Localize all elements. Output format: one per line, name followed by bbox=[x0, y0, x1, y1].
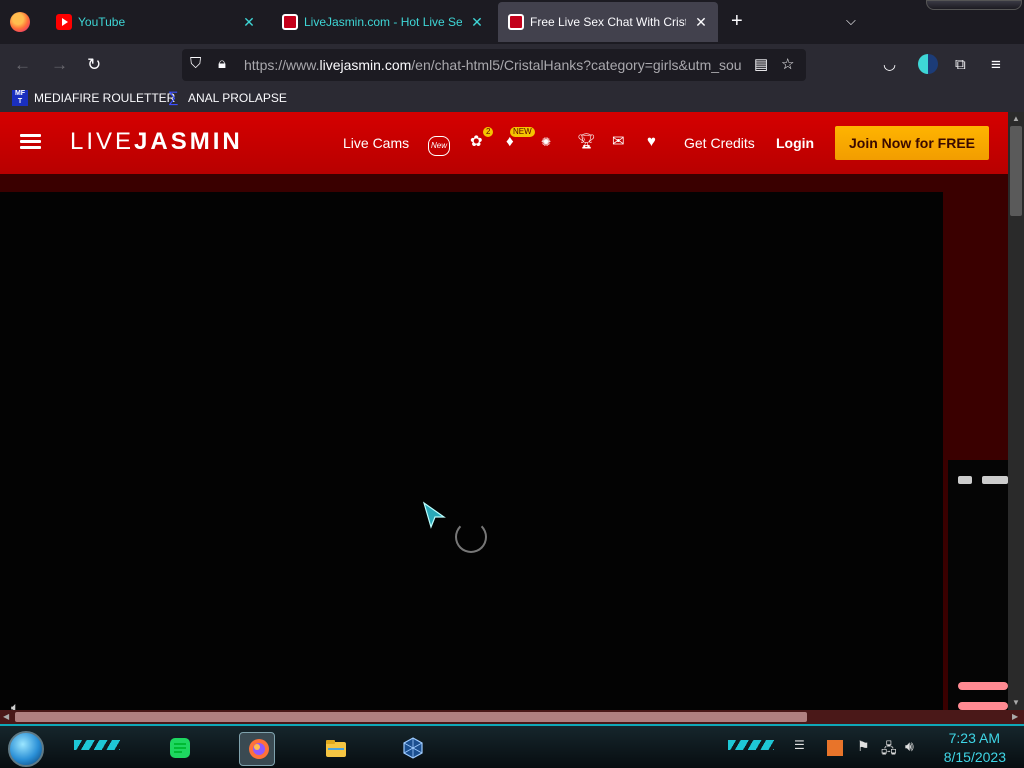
trophy-icon[interactable]: 🏆︎ bbox=[577, 134, 596, 150]
livejasmin-icon bbox=[282, 14, 298, 30]
bookmarks-bar: MF T MEDIAFIRE ROULETTER ∑ ANAL PROLAPSE bbox=[0, 86, 1024, 112]
scroll-left-icon[interactable]: ◀ bbox=[3, 712, 9, 721]
bookmark-mediafire-rouletter[interactable]: MF T MEDIAFIRE ROULETTER bbox=[12, 90, 175, 106]
nav-live-cams[interactable]: Live Cams bbox=[343, 135, 409, 151]
volume-icon[interactable]: 🔊︎ bbox=[905, 738, 914, 755]
vip-icon[interactable]: ✺ bbox=[541, 134, 551, 150]
navigation-toolbar: ← → ↻ ⛉ 🔒︎ https://www.livejasmin.com/en… bbox=[0, 44, 1024, 86]
reader-view-icon[interactable]: ▤ bbox=[754, 55, 768, 73]
bookmark-label: MEDIAFIRE ROULETTER bbox=[34, 91, 176, 105]
tab-title: Free Live Sex Chat With CristalH bbox=[530, 15, 686, 29]
network-icon[interactable]: 🖧︎ bbox=[881, 738, 897, 762]
heart-icon[interactable]: ♥ bbox=[647, 134, 656, 150]
address-bar[interactable]: ⛉ 🔒︎ https://www.livejasmin.com/en/chat-… bbox=[182, 49, 806, 81]
scroll-down-icon[interactable]: ▼ bbox=[1012, 698, 1020, 707]
flag-icon[interactable]: ⚑ bbox=[857, 738, 870, 755]
clock-date[interactable]: 8/15/2023 bbox=[930, 749, 1006, 765]
scroll-up-icon[interactable]: ▲ bbox=[1012, 114, 1020, 123]
menu-icon[interactable]: ≡ bbox=[991, 55, 1001, 75]
bookmark-anal-prolapse[interactable]: ∑ ANAL PROLAPSE bbox=[168, 90, 287, 106]
show-hidden-icons-icon[interactable]: ☰ bbox=[794, 738, 805, 752]
new-models-icon[interactable]: New bbox=[428, 136, 451, 156]
panel-bar[interactable] bbox=[958, 702, 1008, 710]
panel-toggle[interactable] bbox=[958, 476, 972, 484]
window-controls[interactable] bbox=[926, 0, 1022, 10]
panel-bar[interactable] bbox=[958, 682, 1008, 690]
taskbar-app-file-explorer[interactable] bbox=[317, 732, 353, 766]
bookmark-star-icon[interactable]: ☆ bbox=[781, 55, 794, 73]
new-tab-button[interactable]: + bbox=[731, 11, 743, 31]
taskbar-app-notes[interactable] bbox=[161, 732, 197, 766]
bookmark-icon: ∑ bbox=[168, 89, 179, 106]
get-credits-link[interactable]: Get Credits bbox=[684, 135, 755, 151]
reload-icon[interactable]: ↻ bbox=[87, 55, 101, 75]
livejasmin-icon bbox=[508, 14, 524, 30]
web-page: LIVEJASMIN Live Cams New ✿ 2 ♦ NEW ✺ 🏆︎ … bbox=[0, 112, 1008, 710]
promotions-icon[interactable]: ✿ bbox=[470, 134, 483, 150]
tab-youtube[interactable]: YouTube ✕ bbox=[46, 2, 266, 42]
url-text[interactable]: https://www.livejasmin.com/en/chat-html5… bbox=[244, 57, 746, 73]
bookmark-icon: MF T bbox=[12, 90, 28, 106]
panel-toggle[interactable] bbox=[982, 476, 1008, 484]
scroll-right-icon[interactable]: ▶ bbox=[1012, 712, 1018, 721]
side-panel bbox=[948, 460, 1008, 710]
taskbar-decoration bbox=[728, 740, 774, 750]
tab-livejasmin-home[interactable]: LiveJasmin.com - Hot Live Sex ✕ bbox=[272, 2, 494, 42]
taskbar-app-firefox[interactable] bbox=[239, 732, 275, 766]
mail-icon[interactable]: ✉ bbox=[612, 134, 625, 150]
folder-icon bbox=[326, 740, 346, 757]
close-icon[interactable]: ✕ bbox=[242, 14, 256, 31]
volume-icon[interactable]: 🔈︎ bbox=[11, 699, 19, 710]
bookmark-label: ANAL PROLAPSE bbox=[188, 91, 287, 105]
join-now-button[interactable]: Join Now for FREE bbox=[835, 126, 989, 160]
tray-app-icon[interactable] bbox=[827, 740, 843, 756]
taskbar: ☰ ⚑ 🖧︎ 🔊︎ 7:23 AM 8/15/2023 bbox=[0, 724, 1024, 768]
notification-badge: 2 bbox=[483, 127, 494, 137]
video-player[interactable]: 🔈︎ bbox=[0, 192, 943, 710]
scrollbar-thumb[interactable] bbox=[15, 712, 807, 722]
list-tabs-button[interactable]: ⌵ bbox=[846, 13, 856, 29]
firefox-icon[interactable] bbox=[10, 12, 30, 32]
extensions-icon[interactable]: ⧉ bbox=[955, 55, 966, 75]
clock-time[interactable]: 7:23 AM bbox=[940, 730, 1000, 746]
mouse-cursor-icon bbox=[422, 501, 446, 529]
hamburger-menu-icon[interactable] bbox=[20, 134, 41, 150]
taskbar-decoration bbox=[74, 740, 120, 750]
tab-bar: YouTube ✕ LiveJasmin.com - Hot Live Sex … bbox=[0, 0, 1024, 44]
login-link[interactable]: Login bbox=[776, 135, 814, 151]
horizontal-scrollbar[interactable]: ◀ ▶ bbox=[0, 710, 1024, 724]
taskbar-app-virtualbox[interactable] bbox=[394, 732, 430, 766]
lock-icon[interactable]: 🔒︎ bbox=[218, 55, 226, 72]
new-badge: NEW bbox=[510, 127, 535, 137]
close-icon[interactable]: ✕ bbox=[694, 14, 708, 31]
site-logo[interactable]: LIVEJASMIN bbox=[70, 128, 243, 156]
notes-icon bbox=[170, 738, 190, 758]
forward-arrow-icon[interactable]: → bbox=[51, 55, 68, 75]
vertical-scrollbar[interactable]: ▲ ▼ bbox=[1008, 112, 1024, 710]
loading-spinner-icon bbox=[455, 521, 487, 553]
shield-icon[interactable]: ⛉ bbox=[190, 55, 201, 72]
scrollbar-thumb[interactable] bbox=[1010, 126, 1022, 216]
close-icon[interactable]: ✕ bbox=[470, 14, 484, 31]
firefox-icon bbox=[249, 739, 269, 759]
tab-title: YouTube bbox=[78, 15, 126, 29]
tab-livejasmin-chat[interactable]: Free Live Sex Chat With CristalH ✕ bbox=[498, 2, 718, 42]
site-header: LIVEJASMIN Live Cams New ✿ 2 ♦ NEW ✺ 🏆︎ … bbox=[0, 112, 1008, 174]
back-arrow-icon[interactable]: ← bbox=[14, 55, 31, 75]
youtube-icon bbox=[56, 14, 72, 30]
container-extension-icon[interactable] bbox=[918, 54, 938, 74]
pocket-icon[interactable]: ◡ bbox=[883, 55, 896, 75]
tab-title: LiveJasmin.com - Hot Live Sex bbox=[304, 15, 462, 29]
start-button[interactable] bbox=[8, 731, 44, 767]
virtualbox-icon bbox=[403, 737, 423, 759]
